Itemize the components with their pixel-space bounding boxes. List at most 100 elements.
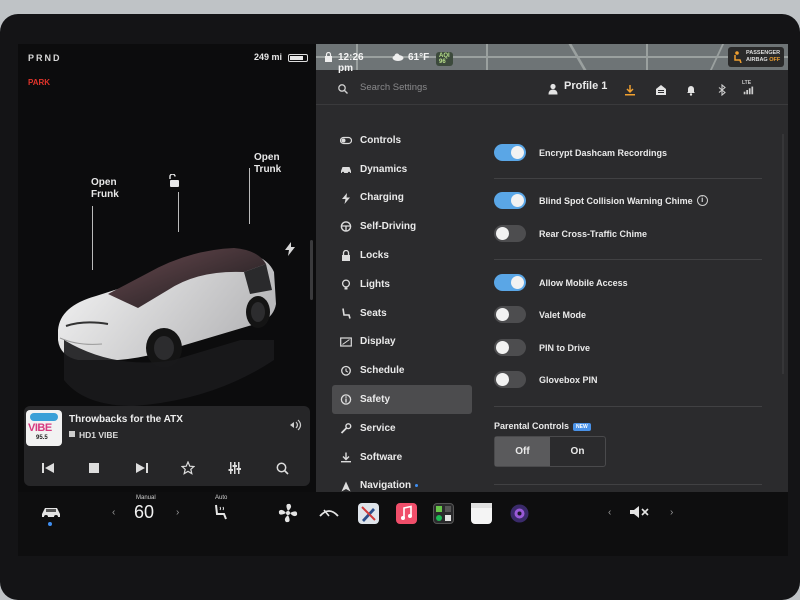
notification-bell-icon[interactable] bbox=[685, 84, 697, 96]
bulb-icon bbox=[341, 279, 351, 290]
outside-temperature: 61°F bbox=[408, 52, 430, 63]
next-track-icon[interactable] bbox=[134, 460, 150, 476]
homelink-garage-icon[interactable] bbox=[655, 84, 667, 96]
music-app-icon[interactable] bbox=[396, 503, 417, 524]
touchscreen: PRND PARK 249 mi Open Frunk Open Trunk V… bbox=[18, 44, 788, 556]
profile-button[interactable]: Profile 1 bbox=[564, 80, 607, 92]
open-trunk-button[interactable]: Open Trunk bbox=[254, 152, 281, 176]
track-title: Throwbacks for the ATX bbox=[69, 414, 183, 425]
menu-item-schedule[interactable]: Schedule bbox=[332, 356, 472, 385]
settings-panel: 12:26 pm 61°F AQI 96 PASSENGER AIRBAG OF… bbox=[316, 44, 788, 492]
volume-up-chevron[interactable]: › bbox=[670, 507, 673, 518]
blind-spot-chime-toggle[interactable] bbox=[494, 192, 526, 209]
temp-up-chevron[interactable]: › bbox=[176, 507, 179, 518]
camera-app-icon[interactable] bbox=[358, 503, 379, 524]
setting-blind-spot: Blind Spot Collision Warning Chime i bbox=[494, 192, 708, 209]
menu-item-charging[interactable]: Charging bbox=[332, 184, 472, 213]
bottom-dock: ‹ Manual 60 › Auto ‹ › bbox=[18, 492, 788, 556]
lock-status-icon[interactable] bbox=[324, 52, 333, 62]
download-icon bbox=[341, 452, 351, 463]
car-icon[interactable] bbox=[40, 505, 62, 519]
software-update-download-icon[interactable] bbox=[624, 84, 636, 96]
menu-item-controls[interactable]: Controls bbox=[332, 126, 472, 155]
climate-mode-label: Manual bbox=[136, 495, 156, 501]
menu-item-seats[interactable]: Seats bbox=[332, 299, 472, 328]
section-divider bbox=[494, 484, 762, 485]
setting-rear-cross-traffic: Rear Cross-Traffic Chime bbox=[494, 225, 647, 242]
menu-item-service[interactable]: Service bbox=[332, 414, 472, 443]
camera-lens-app-icon[interactable] bbox=[509, 503, 530, 524]
encrypt-dashcam-toggle[interactable] bbox=[494, 144, 526, 161]
media-page-dots bbox=[158, 486, 178, 499]
lte-label: LTE bbox=[742, 80, 752, 86]
display-icon bbox=[340, 336, 352, 347]
valet-mode-toggle[interactable] bbox=[494, 306, 526, 323]
header-divider bbox=[316, 104, 788, 105]
fan-icon[interactable] bbox=[277, 502, 299, 524]
equalizer-icon[interactable] bbox=[227, 460, 243, 476]
new-badge: NEW bbox=[573, 422, 591, 431]
parental-controls-heading: Parental Controls NEW bbox=[494, 421, 591, 431]
info-icon[interactable]: i bbox=[696, 195, 708, 206]
radio-source-icon[interactable] bbox=[288, 419, 302, 431]
calendar-app-icon[interactable] bbox=[471, 503, 492, 524]
settings-scrollbar[interactable] bbox=[782, 134, 784, 374]
clock: 12:26 pm bbox=[338, 52, 364, 74]
stop-icon[interactable] bbox=[86, 460, 102, 476]
hd-radio-icon bbox=[69, 431, 75, 437]
menu-item-dynamics[interactable]: Dynamics bbox=[332, 155, 472, 184]
passenger-seat-icon bbox=[734, 51, 742, 63]
driver-temperature[interactable]: 60 bbox=[134, 502, 154, 523]
media-search-icon[interactable] bbox=[274, 460, 290, 476]
map-strip[interactable] bbox=[316, 44, 788, 70]
unlock-icon[interactable] bbox=[168, 174, 182, 188]
update-dot bbox=[415, 484, 419, 488]
lock-icon bbox=[342, 250, 350, 262]
setting-encrypt-dashcam: Encrypt Dashcam Recordings bbox=[494, 144, 667, 161]
mute-speaker-icon[interactable] bbox=[629, 505, 649, 519]
menu-item-lights[interactable]: Lights bbox=[332, 270, 472, 299]
seat-icon bbox=[342, 308, 351, 319]
rear-cross-traffic-toggle[interactable] bbox=[494, 225, 526, 242]
menu-item-self-driving[interactable]: Self-Driving bbox=[332, 212, 472, 241]
temp-down-chevron[interactable]: ‹ bbox=[112, 507, 115, 518]
menu-item-software[interactable]: Software bbox=[332, 443, 472, 472]
profile-icon[interactable] bbox=[548, 83, 560, 95]
menu-item-display[interactable]: Display bbox=[332, 328, 472, 357]
menu-item-locks[interactable]: Locks bbox=[332, 241, 472, 270]
glovebox-pin-toggle[interactable] bbox=[494, 371, 526, 388]
passenger-airbag-indicator: PASSENGER AIRBAG OFF bbox=[728, 47, 784, 67]
car-icon bbox=[341, 166, 351, 174]
aqi-badge: AQI 96 bbox=[436, 52, 453, 66]
bolt-icon bbox=[342, 192, 350, 204]
station-name: HD1 VIBE bbox=[79, 430, 119, 440]
volume-down-chevron[interactable]: ‹ bbox=[608, 507, 611, 518]
previous-track-icon[interactable] bbox=[40, 460, 56, 476]
parental-off-option[interactable]: Off bbox=[495, 437, 550, 466]
app-launcher-icon[interactable] bbox=[433, 503, 454, 524]
open-frunk-button[interactable]: Open Frunk bbox=[91, 177, 119, 201]
setting-mobile-access: Allow Mobile Access bbox=[494, 274, 628, 291]
range-readout[interactable]: 249 mi bbox=[254, 52, 282, 62]
parental-on-option[interactable]: On bbox=[550, 437, 605, 466]
active-indicator bbox=[48, 522, 52, 526]
wrench-icon bbox=[340, 423, 352, 434]
seat-heater-icon[interactable] bbox=[211, 503, 229, 521]
toggle-icon bbox=[340, 136, 352, 145]
battery-icon bbox=[288, 54, 308, 62]
park-status: PARK bbox=[28, 78, 51, 87]
panel-scrollbar[interactable] bbox=[310, 240, 313, 300]
album-art[interactable]: VIBE 95.5 bbox=[26, 410, 62, 446]
mobile-access-toggle[interactable] bbox=[494, 274, 526, 291]
car-panel: PRND PARK 249 mi Open Frunk Open Trunk V… bbox=[18, 44, 316, 499]
bluetooth-icon[interactable] bbox=[716, 84, 728, 96]
search-settings-input[interactable]: Search Settings bbox=[360, 82, 427, 93]
section-divider bbox=[494, 259, 762, 260]
pin-to-drive-toggle[interactable] bbox=[494, 339, 526, 356]
menu-item-safety[interactable]: Safety bbox=[332, 385, 472, 414]
gear-indicator[interactable]: PRND bbox=[28, 53, 62, 63]
windshield-defrost-icon[interactable] bbox=[318, 504, 340, 522]
setting-glovebox-pin: Glovebox PIN bbox=[494, 371, 598, 388]
favorite-star-icon[interactable] bbox=[180, 460, 196, 476]
trunk-leader-line bbox=[249, 168, 250, 224]
